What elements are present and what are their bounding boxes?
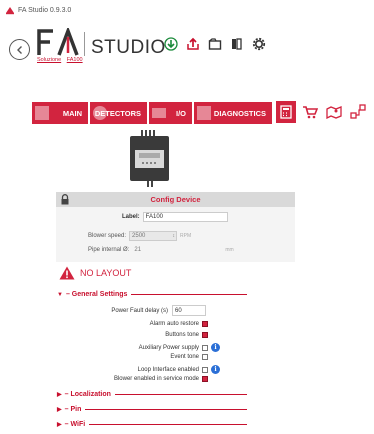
breadcrumb-device[interactable]: FA100 [67,57,83,63]
localization-title: – Localization [64,391,111,398]
logo-divider [84,32,85,56]
breadcrumb-solution[interactable]: Soluzione [37,57,61,63]
map-icon[interactable] [324,101,344,123]
tab-diagnostics[interactable]: DIAGNOSTICS [194,102,272,124]
blower-service-mode-checkbox[interactable] [202,376,208,382]
blower-caption: Blower speed: [88,233,127,239]
section-divider [85,409,247,410]
detectors-tab-icon [93,106,107,120]
network-icon[interactable] [348,101,368,123]
section-divider [131,294,247,295]
tab-detectors[interactable]: DETECTORS [90,102,147,124]
caret-right-icon: ▶ [57,392,62,398]
power-fault-caption: Power Fault delay (s) [111,307,168,314]
caret-right-icon: ▶ [57,422,62,428]
setting-auxiliary-power: Auxiliary Power supply i [60,343,220,352]
info-icon[interactable]: i [211,365,220,374]
buttons-tone-checkbox[interactable] [202,332,208,338]
pipe-unit: mm [225,247,234,253]
settings-gear-icon[interactable] [251,36,267,52]
window-title: FA Studio 0.9.3.0 [18,6,72,14]
auxiliary-power-checkbox[interactable] [202,344,208,351]
tab-main[interactable]: MAIN [32,102,88,124]
nav-tools [276,101,368,123]
window-titlebar: FA Studio 0.9.3.0 [0,0,374,20]
general-settings-header[interactable]: ▼ – General Settings [57,291,247,298]
blower-speed-value: 2500 [132,233,146,239]
label-row: Label: FA100 [122,212,228,222]
blower-speed-input[interactable]: 2500 ↕ [129,231,178,241]
config-panel-body: Label: FA100 Blower speed: 2500 ↕ RPM Pi… [56,207,295,262]
setting-blower-service-mode: Blower enabled in service mode [60,376,208,382]
chevron-left-icon [16,45,22,54]
caret-down-icon: ▼ [57,291,63,298]
app-icon [6,7,14,15]
setting-event-tone: Event tone [60,354,208,360]
calculator-icon[interactable] [276,101,296,123]
blower-unit: RPM [180,233,192,239]
pipe-caption: Pipe internal Ø: [88,247,130,253]
setting-label: Loop Interface enabled [137,366,199,373]
cart-icon[interactable] [300,101,320,123]
info-icon[interactable]: i [211,343,220,352]
main-tab-icon [35,106,49,120]
lock-icon[interactable] [60,194,70,205]
loop-interface-checkbox[interactable] [202,366,208,373]
section-divider [114,394,247,395]
localization-section-header[interactable]: ▶ – Localization [57,391,247,398]
no-layout-warning: NO LAYOUT [59,266,131,280]
upload-icon[interactable] [185,36,201,52]
setting-buttons-tone: Buttons tone [60,332,208,338]
setting-label: Alarm auto restore [149,321,199,327]
main-nav: MAIN DETECTORS I/O DIAGNOSTICS [32,102,274,124]
pin-section-header[interactable]: ▶ – Pin [57,406,247,413]
event-tone-checkbox[interactable] [202,354,208,360]
label-caption: Label: [122,214,140,220]
device-image [121,130,178,190]
config-panel-header: Config Device [56,192,295,207]
library-icon[interactable] [229,36,245,52]
general-settings-title: – General Settings [65,291,128,298]
wifi-section-header[interactable]: ▶ – WiFi [57,421,247,428]
config-panel-title: Config Device [150,195,201,204]
blower-row: Blower speed: 2500 ↕ RPM [88,231,191,241]
tab-io-label: I/O [175,108,186,118]
alarm-auto-restore-checkbox[interactable] [202,321,208,327]
pin-title: – Pin [64,406,82,413]
caret-right-icon: ▶ [57,407,62,413]
tab-main-label: MAIN [62,108,82,118]
app-header: STUDIO Soluzione FA100 [0,20,374,92]
setting-label: Auxiliary Power supply [138,344,199,351]
studio-wordmark: STUDIO [91,37,166,58]
setting-alarm-auto-restore: Alarm auto restore [60,321,208,327]
warning-icon [59,266,75,280]
section-divider [89,424,247,425]
power-fault-row: Power Fault delay (s) 60 [100,305,206,316]
wifi-title: – WiFi [64,421,86,428]
header-toolbar [163,36,267,52]
setting-loop-interface: Loop Interface enabled i [60,365,220,374]
tab-io[interactable]: I/O [149,102,192,124]
io-tab-icon [152,108,166,118]
pipe-row: Pipe internal Ø: 21 mm [88,245,234,255]
spinner-icon[interactable]: ↕ [173,233,176,239]
download-icon[interactable] [163,36,179,52]
diagnostics-tab-icon [197,106,211,120]
no-layout-text: NO LAYOUT [80,268,132,278]
label-input[interactable]: FA100 [142,212,228,222]
fa-logo [37,28,81,56]
back-button[interactable] [9,39,30,60]
pipe-input[interactable]: 21 [132,245,222,255]
open-folder-icon[interactable] [207,36,223,52]
breadcrumb: Soluzione FA100 [37,57,87,63]
power-fault-input[interactable]: 60 [172,305,206,316]
setting-label: Event tone [170,354,199,360]
setting-label: Buttons tone [165,332,199,338]
tab-diagnostics-label: DIAGNOSTICS [213,108,266,118]
setting-label: Blower enabled in service mode [113,376,199,382]
